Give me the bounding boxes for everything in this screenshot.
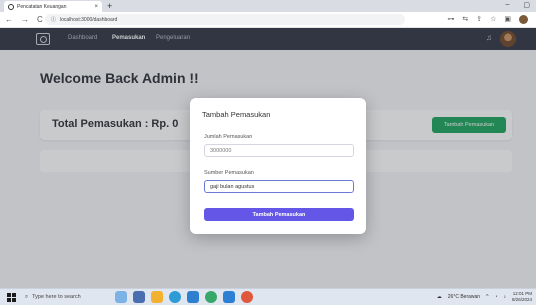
- search-icon: ⌕: [25, 293, 29, 300]
- add-income-modal: Tambah Pemasukan Jumlah Pemasukan 300000…: [190, 98, 366, 234]
- url-text: localhost:3000/dashboard: [60, 16, 118, 23]
- screen: Pencatatan Keuangan × + – ▢ ← → C ⓘ loca…: [0, 0, 536, 305]
- weather-text[interactable]: 26°C Berawan: [448, 294, 480, 300]
- amount-field-label: Jumlah Pemasukan: [204, 134, 253, 140]
- clock[interactable]: 12:01 PM 8/26/2024: [512, 291, 532, 303]
- maximize-button[interactable]: ▢: [523, 1, 530, 9]
- sidebar-icon[interactable]: ▣: [504, 15, 511, 24]
- store-icon[interactable]: [187, 291, 199, 303]
- weather-icon: ☁: [436, 294, 442, 300]
- wifi-icon[interactable]: ◔: [494, 294, 497, 300]
- vscode-icon[interactable]: [223, 291, 235, 303]
- volume-icon[interactable]: ♪: [503, 294, 506, 300]
- windows-start-icon[interactable]: [7, 293, 16, 302]
- app-icon[interactable]: [241, 291, 253, 303]
- taskbar-search-placeholder: Type here to search: [32, 294, 81, 300]
- url-field[interactable]: ⓘ localhost:3000/dashboard: [45, 14, 405, 25]
- file-explorer-icon[interactable]: [151, 291, 163, 303]
- clock-date: 8/26/2024: [511, 297, 532, 302]
- submit-income-button[interactable]: Tambah Pemasukan: [204, 208, 354, 221]
- taskbar-search[interactable]: ⌕ Type here to search: [25, 291, 103, 303]
- source-field-label: Sumber Pemasukan: [204, 170, 254, 176]
- system-tray: ☁ 26°C Berawan ^ ◔ ♪ 12:01 PM 8/26/2024: [437, 291, 532, 303]
- new-tab-button[interactable]: +: [107, 1, 112, 11]
- taskbar-apps: [115, 291, 253, 303]
- browser-tab[interactable]: Pencatatan Keuangan ×: [4, 1, 102, 12]
- minimize-button[interactable]: –: [505, 1, 509, 9]
- translate-icon[interactable]: ⇆: [462, 15, 468, 24]
- edge-icon[interactable]: [169, 291, 181, 303]
- window-controls: – ▢: [505, 1, 530, 9]
- amount-input[interactable]: 3000000: [204, 144, 354, 157]
- browser-address-bar: ← → C ⓘ localhost:3000/dashboard ⊶ ⇆ ⇪ ☆…: [0, 12, 536, 28]
- browser-nav-buttons: ← → C: [5, 15, 43, 24]
- tab-favicon-icon: [8, 3, 14, 10]
- key-icon[interactable]: ⊶: [447, 15, 454, 24]
- modal-title: Tambah Pemasukan: [202, 110, 271, 119]
- profile-avatar[interactable]: [519, 15, 528, 24]
- star-icon[interactable]: ☆: [490, 15, 496, 24]
- forward-arrow-icon[interactable]: →: [21, 15, 29, 24]
- task-view-icon[interactable]: [133, 291, 145, 303]
- widgets-icon[interactable]: [115, 291, 127, 303]
- tray-chevron-icon[interactable]: ^: [486, 294, 488, 300]
- source-input[interactable]: gaji bulan agustus: [204, 180, 354, 193]
- info-icon: ⓘ: [51, 17, 57, 23]
- tab-title: Pencatatan Keuangan: [17, 3, 67, 10]
- browser-toolbar-icons: ⊶ ⇆ ⇪ ☆ ▣: [447, 15, 528, 24]
- reload-icon[interactable]: C: [37, 15, 43, 24]
- share-icon[interactable]: ⇪: [476, 15, 482, 24]
- browser-tab-bar: Pencatatan Keuangan × + – ▢: [0, 0, 536, 12]
- back-arrow-icon[interactable]: ←: [5, 15, 13, 24]
- chrome-icon[interactable]: [205, 291, 217, 303]
- windows-taskbar: ⌕ Type here to search ☁ 26°C Berawan ^ ◔…: [0, 288, 536, 305]
- tab-close-icon[interactable]: ×: [94, 4, 98, 10]
